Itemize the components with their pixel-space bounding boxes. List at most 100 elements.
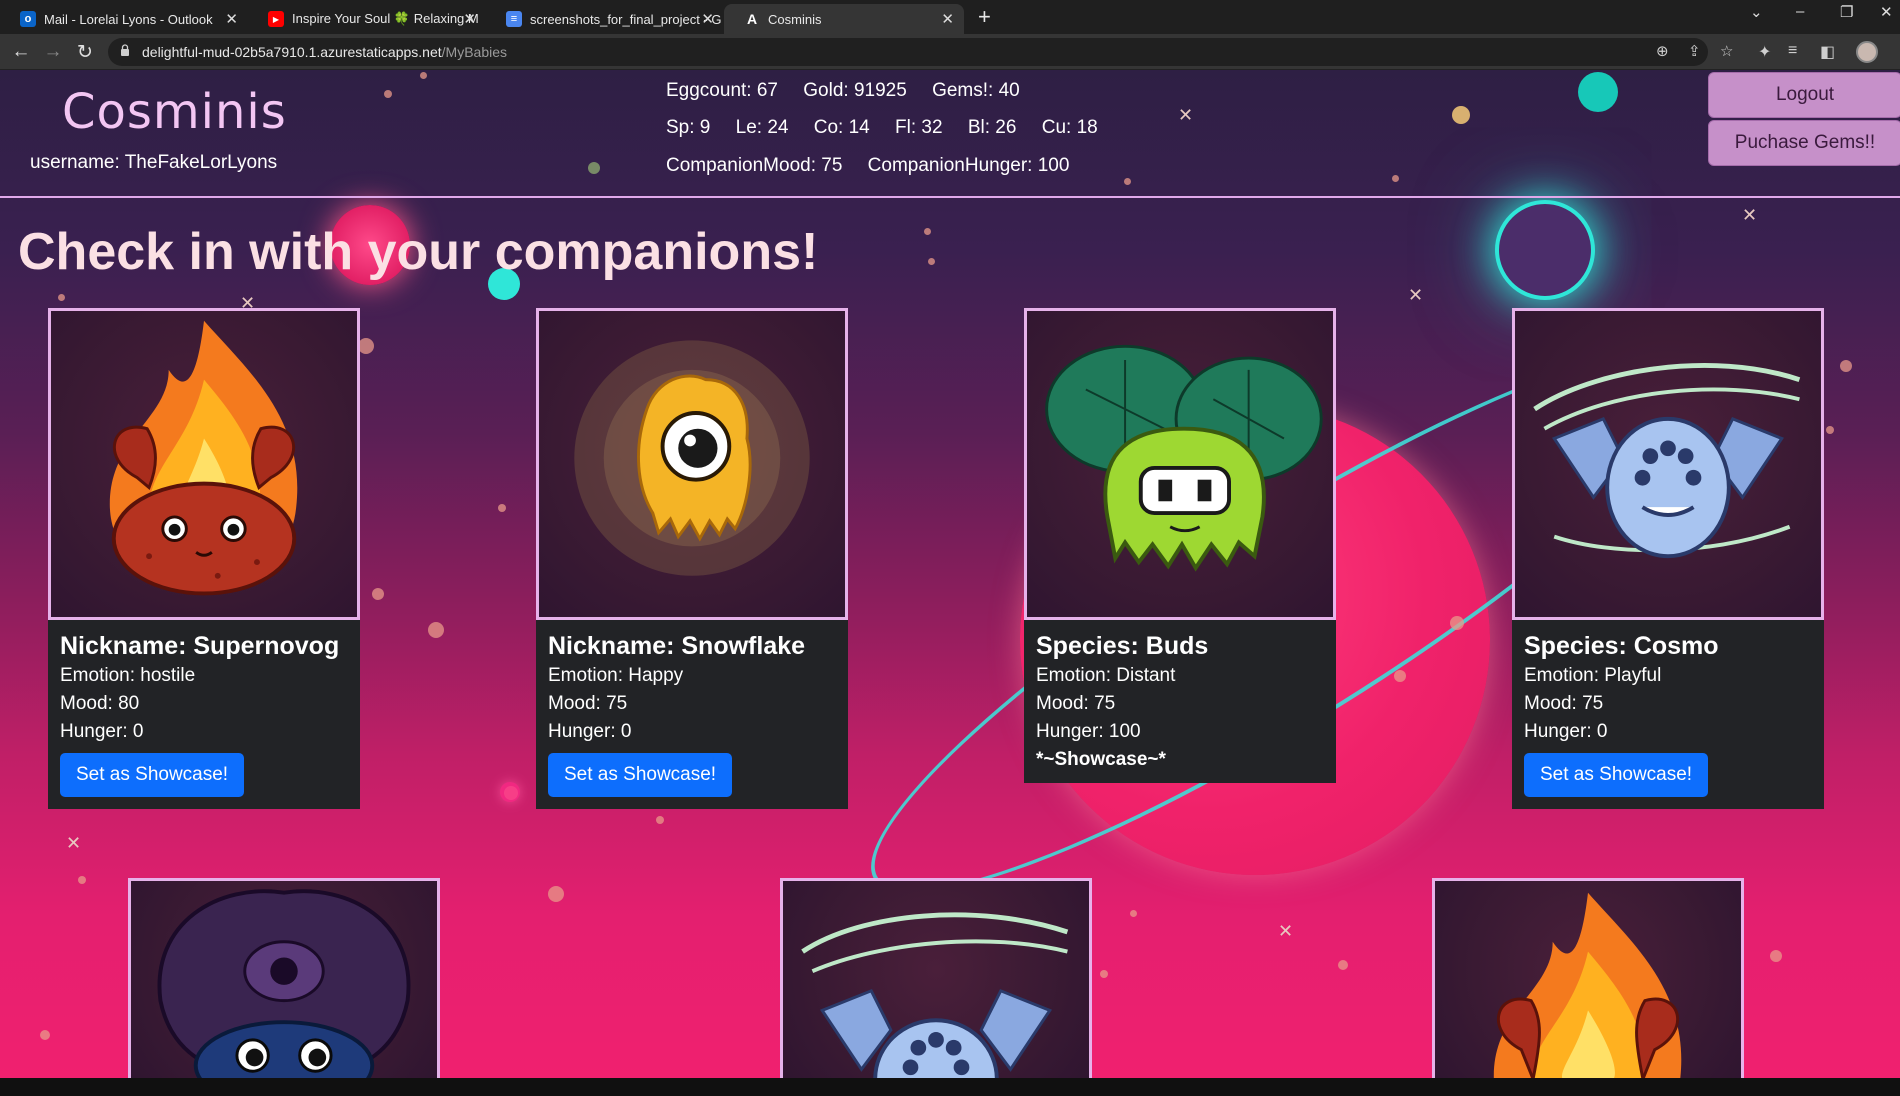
star-dot (498, 504, 506, 512)
companion-card: Nickname: Supernovog Emotion: hostile Mo… (48, 308, 360, 809)
dark-eye-creature-icon (157, 889, 411, 1078)
star-dot (656, 816, 664, 824)
url-path: /MyBabies (441, 44, 508, 60)
logout-button[interactable]: Logout (1708, 72, 1900, 118)
fire-creature-icon (109, 320, 298, 596)
set-showcase-button[interactable]: Set as Showcase! (1524, 753, 1709, 797)
companion-card (128, 878, 440, 1078)
companion-mood: Mood: 75 (1524, 693, 1604, 714)
star-dot (1100, 970, 1108, 978)
bookmark-star-icon[interactable]: ☆ (1720, 42, 1733, 60)
new-tab-icon[interactable]: + (978, 4, 991, 30)
companion-card: Species: Cosmo Emotion: Playful Mood: 75… (1512, 308, 1824, 809)
extensions-icon[interactable]: ✦ (1758, 42, 1771, 62)
reload-icon[interactable]: ↻ (74, 41, 96, 64)
fire-creature-icon (1493, 892, 1682, 1078)
companion-emotion: Emotion: hostile (60, 665, 196, 686)
star-dot (928, 258, 935, 265)
share-icon[interactable]: ⇪ (1688, 42, 1701, 60)
blue-wind-creature-icon (1533, 363, 1801, 559)
companion-hunger: Hunger: 0 (1524, 721, 1608, 742)
docs-icon: ≡ (506, 11, 522, 27)
star-dot (1770, 950, 1782, 962)
media-icon[interactable]: ≡ (1788, 42, 1797, 60)
profile-avatar[interactable] (1856, 41, 1878, 63)
companion-image (536, 308, 848, 620)
set-showcase-button[interactable]: Set as Showcase! (548, 753, 733, 797)
twinkle-star-icon: ✕ (1742, 205, 1758, 225)
restore-icon[interactable]: ❐ (1840, 3, 1853, 21)
minimize-icon[interactable]: – (1796, 3, 1804, 20)
star-dot (548, 886, 564, 902)
page-title: Check in with your companions! (18, 223, 819, 281)
window-close-icon[interactable]: ✕ (1880, 3, 1893, 21)
stat-co: Co: 14 (813, 117, 870, 138)
forward-icon[interactable]: → (42, 41, 64, 63)
purchase-gems-button[interactable]: Puchase Gems!! (1708, 120, 1900, 166)
set-showcase-button[interactable]: Set as Showcase! (60, 753, 245, 797)
companion-hunger: Hunger: 0 (60, 721, 144, 742)
companion-mood: CompanionMood: 75 (666, 155, 843, 176)
pink-star (500, 782, 520, 802)
twinkle-star-icon: ✕ (66, 833, 82, 853)
gold-count: Gold: 91925 (803, 80, 907, 101)
green-slime-icon (1045, 344, 1323, 572)
star-dot (40, 1030, 50, 1040)
star-dot (428, 622, 444, 638)
companion-info: Nickname: Snowflake Emotion: Happy Mood:… (536, 620, 848, 809)
stats-row-attributes: Sp: 9 Le: 24 Co: 14 Fl: 32 Bl: 26 Cu: 18 (666, 117, 1118, 139)
username-label: username: TheFakeLorLyons (30, 152, 278, 173)
stat-cu: Cu: 18 (1041, 117, 1098, 138)
tab-label: screenshots_for_final_project - G (530, 11, 722, 27)
egg-count: Eggcount: 67 (666, 80, 778, 101)
app-logo[interactable]: Cosminis (62, 84, 287, 140)
star-dot (1840, 360, 1852, 372)
companion-emotion: Emotion: Distant (1036, 665, 1176, 686)
outlook-icon: o (20, 11, 36, 27)
companion-info: Nickname: Supernovog Emotion: hostile Mo… (48, 620, 360, 809)
companion-hunger: Hunger: 100 (1036, 721, 1141, 742)
star-dot (1130, 910, 1137, 917)
twinkle-star-icon: ✕ (1278, 921, 1294, 941)
blue-wind-creature-icon (801, 912, 1069, 1078)
tab-label: Mail - Lorelai Lyons - Outlook (44, 11, 213, 27)
side-panel-icon[interactable]: ◧ (1820, 42, 1835, 62)
address-bar[interactable]: delightful-mud-02b5a7910.1.azurestaticap… (108, 38, 1708, 66)
zoom-icon[interactable]: ⊕ (1656, 42, 1669, 60)
companion-image (48, 308, 360, 620)
close-icon[interactable]: ✕ (941, 10, 954, 28)
app-favicon-icon: A (746, 11, 758, 27)
twinkle-star-icon: ✕ (1408, 285, 1424, 305)
lock-icon (121, 44, 129, 56)
stats-row-companion: CompanionMood: 75 CompanionHunger: 100 (666, 155, 1089, 177)
back-icon[interactable]: ← (10, 41, 32, 63)
stat-le: Le: 24 (735, 117, 789, 138)
showcase-badge: *~Showcase~* (1036, 749, 1166, 770)
tab-search-icon[interactable]: ⌄ (1750, 3, 1763, 21)
companion-hunger: CompanionHunger: 100 (867, 155, 1070, 176)
tab-label: Inspire Your Soul 🍀 Relaxing M (292, 11, 479, 26)
page-viewport: ✕ ✕ ✕ ✕ ✕ ✕ ✕ Cosminis username: TheFake… (0, 70, 1900, 1078)
star-dot (1394, 670, 1406, 682)
companion-image (1024, 308, 1336, 620)
close-icon[interactable]: ✕ (225, 10, 238, 28)
companion-card (780, 878, 1092, 1078)
app-header: Cosminis username: TheFakeLorLyons Eggco… (0, 70, 1900, 198)
tab-label: Cosminis (768, 11, 822, 27)
stat-sp: Sp: 9 (666, 117, 711, 138)
close-icon[interactable]: ✕ (463, 10, 476, 28)
browser-tab-youtube[interactable]: ▶ Inspire Your Soul 🍀 Relaxing M ✕ (248, 4, 486, 34)
browser-tab-outlook[interactable]: o Mail - Lorelai Lyons - Outlook ✕ (0, 4, 248, 34)
browser-tab-cosminis[interactable]: A Cosminis ✕ (724, 4, 964, 34)
companion-name: Nickname: Snowflake (548, 632, 806, 660)
browser-tab-docs[interactable]: ≡ screenshots_for_final_project - G ✕ (486, 4, 724, 34)
browser-toolbar: ← → ↻ delightful-mud-02b5a7910.1.azurest… (0, 34, 1900, 70)
close-icon[interactable]: ✕ (701, 10, 714, 28)
companion-mood: Mood: 75 (1036, 693, 1116, 714)
companion-image (780, 878, 1092, 1078)
star-dot (1450, 616, 1464, 630)
companion-emotion: Emotion: Playful (1524, 665, 1662, 686)
teal-ringed-planet (1495, 200, 1595, 300)
companion-emotion: Emotion: Happy (548, 665, 684, 686)
companion-name: Species: Cosmo (1524, 632, 1719, 660)
